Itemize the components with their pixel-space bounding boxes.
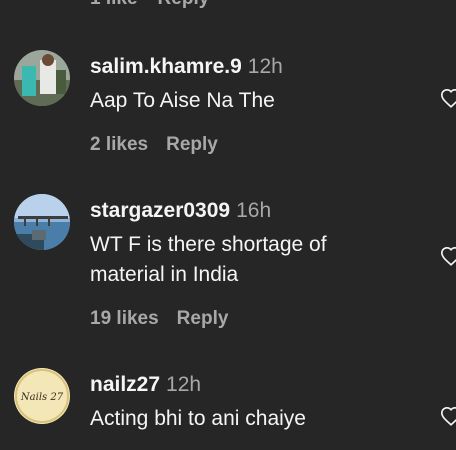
- previous-comment-actions: 1 like Reply: [90, 0, 209, 10]
- comment-header: nailz27 12h: [90, 372, 426, 398]
- reply-button[interactable]: Reply: [177, 308, 229, 329]
- timestamp: 16h: [236, 199, 272, 222]
- comment-header: stargazer0309 16h: [90, 198, 426, 224]
- heart-outline-icon[interactable]: [440, 88, 456, 110]
- comment-text: Acting bhi to ani chaiye: [90, 407, 306, 430]
- reply-button[interactable]: Reply: [166, 134, 218, 155]
- previous-reply-button[interactable]: Reply: [158, 0, 210, 9]
- comment-text: WT F is there shortage of material in In…: [90, 233, 327, 286]
- comment-header: salim.khamre.9 12h: [90, 54, 426, 80]
- heart-outline-icon[interactable]: [440, 406, 456, 428]
- avatar[interactable]: [14, 194, 70, 250]
- like-count[interactable]: 19 likes: [90, 308, 159, 329]
- username[interactable]: salim.khamre.9: [90, 55, 242, 78]
- user-avatar-image: Nails 27: [14, 368, 70, 424]
- previous-like-count[interactable]: 1 like: [90, 0, 138, 9]
- like-count[interactable]: 2 likes: [90, 134, 148, 155]
- avatar[interactable]: Nails 27: [14, 368, 70, 424]
- avatar[interactable]: [14, 50, 70, 106]
- avatar-logo-text: Nails 27: [20, 392, 64, 403]
- user-avatar-image: [14, 50, 70, 106]
- timestamp: 12h: [247, 55, 283, 78]
- timestamp: 12h: [166, 373, 202, 396]
- comment-actions: 2 likes Reply: [90, 134, 426, 156]
- comment-actions: 19 likes Reply: [90, 308, 426, 330]
- user-avatar-image: [14, 194, 70, 250]
- username[interactable]: nailz27: [90, 373, 160, 396]
- heart-outline-icon[interactable]: [440, 246, 456, 268]
- comment-text: Aap To Aise Na The: [90, 89, 275, 112]
- username[interactable]: stargazer0309: [90, 199, 230, 222]
